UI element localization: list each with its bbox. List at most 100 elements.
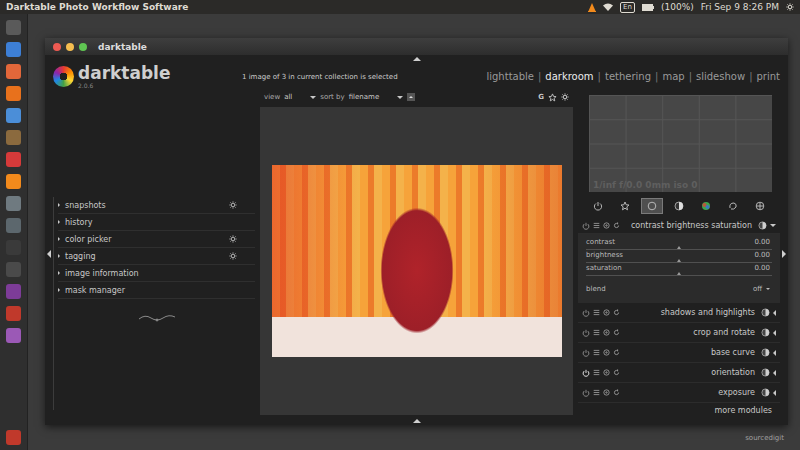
expand-icon[interactable]	[58, 203, 60, 207]
launcher-app-icon[interactable]	[6, 328, 21, 343]
slider[interactable]: contrast0.00	[586, 238, 772, 250]
launcher-app-icon[interactable]	[6, 284, 21, 299]
power-icon[interactable]	[582, 349, 590, 357]
left-panel-toggle[interactable]	[45, 90, 53, 417]
exif-info: 1/inf f/0.0 0mm iso 0	[593, 180, 768, 190]
view-tab[interactable]: slideshow	[696, 71, 745, 82]
launcher-app-icon[interactable]	[6, 306, 21, 321]
expand-icon[interactable]	[58, 254, 60, 258]
launcher-app-icon[interactable]	[6, 174, 21, 189]
battery-icon[interactable]	[642, 4, 654, 11]
top-panel-toggle[interactable]	[45, 55, 788, 63]
bottom-panel-toggle[interactable]	[45, 417, 788, 425]
power-icon[interactable]	[582, 309, 590, 317]
left-module[interactable]: mask manager	[58, 282, 255, 299]
more-modules[interactable]: more modules	[578, 403, 780, 417]
right-panel-toggle[interactable]	[780, 90, 788, 417]
dropdown-icon[interactable]	[310, 96, 316, 99]
expand-icon[interactable]	[58, 288, 60, 292]
view-tab[interactable]: print	[757, 71, 781, 82]
histogram[interactable]: 1/inf f/0.0 0mm iso 0	[589, 95, 772, 192]
expand-icon[interactable]	[773, 310, 776, 316]
launcher-app-icon[interactable]	[6, 196, 21, 211]
collapse-right-icon[interactable]	[782, 250, 786, 258]
module-group-button[interactable]	[695, 198, 717, 214]
module-header[interactable]: crop and rotate	[578, 323, 780, 343]
power-icon[interactable]	[582, 329, 590, 337]
launcher-app-icon[interactable]	[6, 130, 21, 145]
slider[interactable]: brightness0.00	[586, 251, 772, 263]
trash-icon[interactable]	[6, 430, 21, 445]
module-group-button[interactable]	[722, 198, 744, 214]
launcher-app-icon[interactable]	[6, 152, 21, 167]
power-icon[interactable]	[582, 369, 590, 377]
sort-order-button[interactable]	[407, 93, 415, 101]
launcher-app-icon[interactable]	[6, 42, 21, 57]
slider-marker-icon[interactable]	[677, 272, 681, 275]
launcher-app-icon[interactable]	[6, 108, 21, 123]
launcher-app-icon[interactable]	[6, 64, 21, 79]
expand-icon[interactable]	[770, 224, 776, 227]
sort-value[interactable]: filename	[349, 93, 380, 101]
left-module[interactable]: color picker	[58, 231, 255, 248]
expand-icon[interactable]	[58, 271, 60, 275]
module-header[interactable]: orientation	[578, 363, 780, 383]
gear-icon[interactable]	[229, 252, 237, 260]
launcher-app-icon[interactable]	[6, 240, 21, 255]
view-tab[interactable]: darkroom	[545, 71, 593, 82]
module-group-button[interactable]	[587, 198, 609, 214]
slider-label: saturation	[586, 264, 622, 272]
module-group-button[interactable]	[668, 198, 690, 214]
launcher-app-icon[interactable]	[6, 20, 21, 35]
grouping-button[interactable]: G	[538, 93, 544, 101]
view-tab[interactable]: tethering	[605, 71, 651, 82]
wifi-icon[interactable]	[603, 3, 613, 11]
collapse-bottom-icon[interactable]	[413, 419, 421, 423]
gear-icon[interactable]	[786, 3, 794, 11]
minimize-button[interactable]	[66, 43, 74, 51]
expand-icon[interactable]	[58, 220, 60, 224]
left-module[interactable]: image information	[58, 265, 255, 282]
close-button[interactable]	[53, 43, 61, 51]
power-icon[interactable]	[582, 222, 590, 230]
dropdown-icon[interactable]	[397, 96, 403, 99]
gear-icon[interactable]	[229, 201, 237, 209]
expand-icon[interactable]	[773, 350, 776, 356]
left-module[interactable]: history	[58, 214, 255, 231]
keyboard-layout[interactable]: En	[620, 2, 635, 13]
launcher-app-icon[interactable]	[6, 262, 21, 277]
module-group-button[interactable]	[749, 198, 771, 214]
left-module[interactable]: tagging	[58, 248, 255, 265]
star-icon[interactable]	[548, 93, 557, 102]
launcher	[0, 14, 28, 450]
power-icon[interactable]	[582, 389, 590, 397]
left-module[interactable]: snapshots	[58, 197, 255, 214]
maximize-button[interactable]	[79, 43, 87, 51]
gear-icon[interactable]	[229, 235, 237, 243]
dropdown-icon[interactable]	[766, 288, 770, 290]
expand-icon[interactable]	[58, 237, 60, 241]
view-tab[interactable]: lighttable	[486, 71, 534, 82]
module-group-button[interactable]	[641, 198, 663, 214]
module-header[interactable]: exposure	[578, 383, 780, 403]
collapse-left-icon[interactable]	[47, 250, 51, 258]
vlc-icon[interactable]	[588, 3, 596, 12]
module-group-button[interactable]	[614, 198, 636, 214]
launcher-app-icon[interactable]	[6, 86, 21, 101]
clock[interactable]: Fri Sep 9 8:26 PM	[701, 2, 779, 12]
expand-icon[interactable]	[773, 370, 776, 376]
expand-icon[interactable]	[773, 330, 776, 336]
slider[interactable]: saturation0.00	[586, 264, 772, 276]
view-filter-value[interactable]: all	[284, 93, 292, 101]
slider-marker-icon[interactable]	[677, 246, 681, 249]
launcher-app-icon[interactable]	[6, 218, 21, 233]
expand-icon[interactable]	[773, 390, 776, 396]
module-header[interactable]: base curve	[578, 343, 780, 363]
collapse-top-icon[interactable]	[413, 57, 421, 61]
view-tab[interactable]: map	[662, 71, 684, 82]
slider-marker-icon[interactable]	[677, 259, 681, 262]
module-header[interactable]: contrast brightness saturation	[578, 218, 780, 234]
blend-select[interactable]: blendoff	[586, 283, 772, 295]
gear-icon[interactable]	[561, 93, 569, 101]
module-header[interactable]: shadows and highlights	[578, 303, 780, 323]
